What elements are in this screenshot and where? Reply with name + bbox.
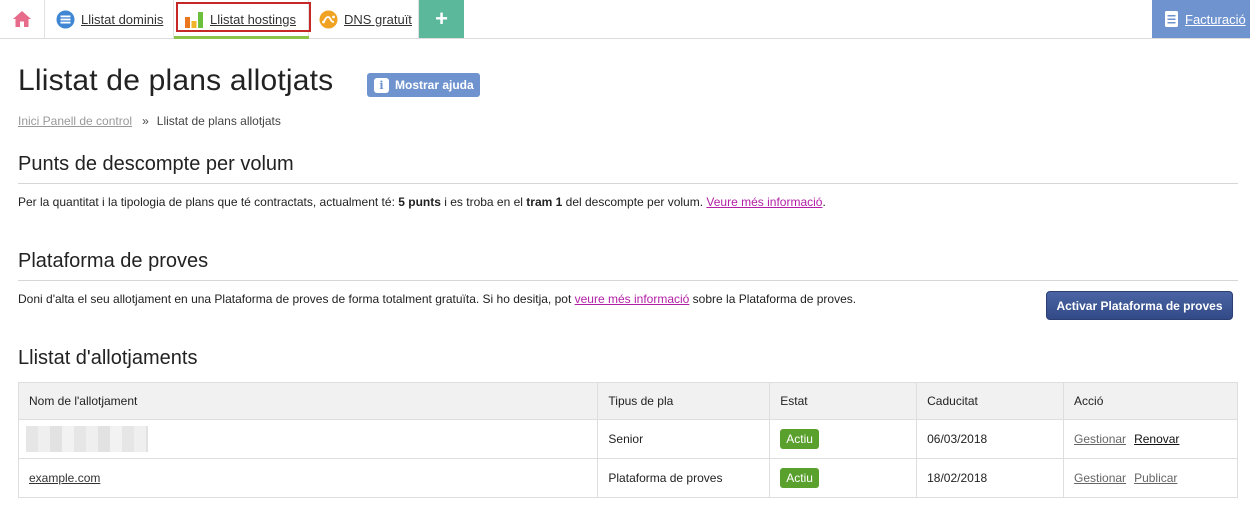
renew-link[interactable]: Renovar xyxy=(1134,432,1179,446)
discount-section-title: Punts de descompte per volum xyxy=(18,153,294,175)
publish-link[interactable]: Publicar xyxy=(1134,471,1177,485)
table-header-row: Nom de l'allotjament Tipus de pla Estat … xyxy=(17,382,1238,420)
active-tab-highlight xyxy=(176,2,311,32)
manage-link[interactable]: Gestionar xyxy=(1074,432,1126,446)
billing-label: Facturació xyxy=(1185,11,1246,27)
tab-free-dns-label: DNS gratuït xyxy=(344,11,412,27)
testing-section-title: Plataforma de proves xyxy=(18,250,209,272)
hosting-plan-cell: Senior xyxy=(597,419,771,459)
discount-text-part: Per la quantitat i la tipologia de plans… xyxy=(18,195,399,209)
hosting-status-cell: Actiu xyxy=(769,419,918,459)
hosting-plan-cell: Plataforma de proves xyxy=(597,458,771,498)
breadcrumb-home-link[interactable]: Inici Panell de control xyxy=(18,114,132,128)
add-tab-button[interactable]: + xyxy=(419,0,464,38)
discount-points: 5 punts xyxy=(398,195,441,209)
discount-text-part: del descompte per volum. xyxy=(562,195,707,209)
testing-text-part: Doni d'alta el seu allotjament en una Pl… xyxy=(18,292,575,306)
hosting-expiry-cell: 06/03/2018 xyxy=(916,419,1065,459)
breadcrumb-current: Llistat de plans allotjats xyxy=(156,114,281,128)
hosting-name-link[interactable]: example.com xyxy=(29,471,100,485)
testing-more-info-link[interactable]: veure més informació xyxy=(575,292,690,306)
top-navigation: Llistat dominis Llistat hostings DNS gra… xyxy=(0,0,1250,39)
tab-domain-list-label: Llistat dominis xyxy=(81,11,164,27)
show-help-label: Mostrar ajuda xyxy=(395,78,474,92)
billing-button[interactable]: Facturació xyxy=(1152,0,1250,38)
hosting-status-cell: Actiu xyxy=(769,458,918,498)
home-button[interactable] xyxy=(0,0,45,38)
show-help-button[interactable]: i Mostrar ajuda xyxy=(367,73,480,97)
tab-domain-list[interactable]: Llistat dominis xyxy=(45,0,174,38)
table-row: Senior Actiu 06/03/2018 Gestionar Renovar xyxy=(17,419,1238,459)
table-row: example.com Plataforma de proves Actiu 1… xyxy=(17,458,1238,498)
hosting-name-cell: example.com xyxy=(17,458,599,498)
hosting-action-cell: Gestionar Publicar xyxy=(1063,458,1238,498)
breadcrumb-separator: » xyxy=(142,114,149,128)
discount-text-part: . xyxy=(822,195,826,209)
discount-tier: tram 1 xyxy=(526,195,563,209)
discount-more-info-link[interactable]: Veure més informació xyxy=(706,195,822,209)
column-header-action: Acció xyxy=(1063,382,1238,420)
discount-text: Per la quantitat i la tipologia de plans… xyxy=(18,195,826,209)
hosting-name-cell xyxy=(17,419,599,459)
info-icon: i xyxy=(374,77,389,93)
home-icon xyxy=(13,11,31,27)
hosting-expiry-cell: 18/02/2018 xyxy=(916,458,1065,498)
plus-icon: + xyxy=(435,6,448,31)
activate-testing-platform-button[interactable]: Activar Plataforma de proves xyxy=(1046,291,1233,320)
column-header-plan[interactable]: Tipus de pla xyxy=(597,382,771,420)
page-title: Llistat de plans allotjats xyxy=(18,64,334,97)
hosting-list-title: Llistat d'allotjaments xyxy=(18,347,198,369)
section-divider xyxy=(18,280,1238,281)
column-header-name[interactable]: Nom de l'allotjament xyxy=(17,382,599,420)
breadcrumb: Inici Panell de control » Llistat de plans… xyxy=(18,114,281,128)
tab-free-dns[interactable]: DNS gratuït xyxy=(309,0,419,38)
status-badge: Actiu xyxy=(780,468,819,488)
hosting-table: Nom de l'allotjament Tipus de pla Estat … xyxy=(17,382,1238,498)
testing-text: Doni d'alta el seu allotjament en una Pl… xyxy=(18,292,856,306)
column-header-expiry[interactable]: Caducitat xyxy=(916,382,1065,420)
tab-hosting-list[interactable]: Llistat hostings xyxy=(174,0,311,39)
document-icon xyxy=(1165,11,1178,27)
section-divider xyxy=(18,183,1238,184)
hosting-action-cell: Gestionar Renovar xyxy=(1063,419,1238,459)
dns-icon xyxy=(319,10,338,28)
redacted-hosting-name[interactable] xyxy=(26,426,148,452)
discount-text-part: i es troba en el xyxy=(440,195,527,209)
list-circle-icon xyxy=(56,10,75,28)
status-badge: Actiu xyxy=(780,429,819,449)
active-tab-underline xyxy=(174,36,309,39)
column-header-status[interactable]: Estat xyxy=(769,382,918,420)
testing-text-part: sobre la Plataforma de proves. xyxy=(689,292,857,306)
manage-link[interactable]: Gestionar xyxy=(1074,471,1126,485)
